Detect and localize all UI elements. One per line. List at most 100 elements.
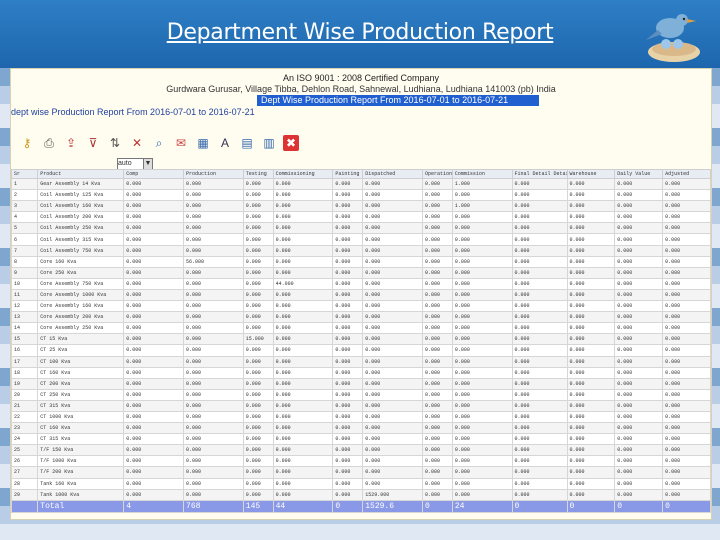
table-row[interactable]: 6 Coil Assembly 315 Kva 0.000 0.000 0.000 0.0… <box>10 233 711 246</box>
table-cell: 0.000 <box>362 322 423 335</box>
table-cell: 0.000 <box>362 244 423 257</box>
table-cell: 0.000 <box>451 255 513 268</box>
column-header[interactable]: Comp <box>123 169 185 179</box>
column-header[interactable]: Product <box>37 169 125 179</box>
table-row[interactable]: 4 Coil Assembly 200 Kva 0.000 0.000 0.000 0.0… <box>10 211 711 224</box>
table-cell: 0.000 <box>421 189 453 202</box>
table-row[interactable]: 26 T/F 1000 Kva 0.000 0.000 0.000 0.000 0.000 0… <box>10 455 711 468</box>
table-cell: 0.000 <box>183 311 244 324</box>
table-cell: 0.000 <box>183 266 244 279</box>
slide-title: Department Wise Production Report <box>166 20 554 45</box>
table-cell: 0.000 <box>566 399 616 412</box>
grid-icon[interactable]: ▤ <box>239 135 255 151</box>
table-row[interactable]: 13 Core Assembly 200 Kva 0.000 0.000 0.000 0.… <box>10 311 711 324</box>
table-cell: 0.000 <box>332 311 364 324</box>
filter-icon[interactable]: ⊽ <box>85 135 101 151</box>
table-cell: 0.000 <box>272 366 334 379</box>
table-cell: 0.000 <box>242 211 274 224</box>
table-cell: 0.000 <box>362 344 423 357</box>
table-row[interactable]: 28 Tank 160 Kva 0.000 0.000 0.000 0.000 0.000 0… <box>10 477 711 490</box>
sort-icon[interactable]: ⇅ <box>107 135 123 151</box>
print-icon[interactable]: ⎙ <box>41 135 57 151</box>
table-cell: 0.000 <box>451 189 513 202</box>
table-row[interactable]: 21 CT 315 Kva 0.000 0.000 0.000 0.000 0.000 0.0… <box>10 399 711 412</box>
table-cell: 0.000 <box>123 377 185 390</box>
table-row[interactable]: 25 T/F 150 Kva 0.000 0.000 0.000 0.000 0.000 0.… <box>10 444 711 457</box>
table-row[interactable]: 12 Core Assembly 160 Kva 0.000 0.000 0.000 0.… <box>10 300 711 313</box>
column-header[interactable]: Final Detail Details <box>511 169 568 179</box>
table-cell: 22 <box>10 410 39 424</box>
clear-filter-icon[interactable]: ✕ <box>129 135 145 151</box>
table-cell: 0.000 <box>123 455 185 468</box>
table-row[interactable]: 18 CT 160 Kva 0.000 0.000 0.000 0.000 0.000 0.0… <box>10 366 711 379</box>
table-row[interactable]: 15 CT 15 Kva 0.000 0.000 15.000 0.000 0.000 0.0… <box>10 333 711 346</box>
column-header[interactable]: Testing <box>242 169 274 179</box>
table-cell: 0.000 <box>332 466 364 479</box>
table-row[interactable]: 16 CT 25 Kva 0.000 0.000 0.000 0.000 0.000 0.00… <box>10 344 711 357</box>
table-cell: 0.000 <box>242 277 274 290</box>
table-cell: 0.000 <box>511 255 568 268</box>
table-cell: 0.000 <box>511 433 568 446</box>
table-cell: 0.000 <box>183 344 244 357</box>
column-header[interactable]: Daily Value <box>614 169 664 179</box>
table-row[interactable]: 7 Coil Assembly 750 Kva 0.000 0.000 0.000 0.0… <box>10 244 711 257</box>
column-header[interactable]: Production <box>183 169 244 179</box>
report-toolbar: ⚷ ⎙ ⇪ ⊽ ⇅ ✕ ⌕ ✉ ▦ A ▤ ▥ ✖ <box>19 135 319 157</box>
table-cell: 0.000 <box>511 422 568 435</box>
table-row[interactable]: 27 T/F 200 Kva 0.000 0.000 0.000 0.000 0.000 0.… <box>10 466 711 479</box>
search-icon[interactable]: ⌕ <box>151 135 167 151</box>
table-row[interactable]: 3 Coil Assembly 160 Kva 0.000 0.000 0.000 0.0… <box>10 200 711 213</box>
table-row[interactable]: 14 Core Assembly 250 Kva 0.000 0.000 0.000 0.… <box>10 322 711 335</box>
column-header[interactable]: Warehouse <box>566 169 616 179</box>
table-cell: 0.000 <box>242 177 274 191</box>
table-cell: 0.000 <box>242 189 274 202</box>
table-row[interactable]: 19 CT 200 Kva 0.000 0.000 0.000 0.000 0.000 0.0… <box>10 377 711 390</box>
table-row[interactable]: 9 Core 250 Kva 0.000 0.000 0.000 0.000 0.000 0.… <box>10 266 711 279</box>
table-row[interactable]: 29 Tank 1000 Kva 0.000 0.000 0.000 0.000 0.000… <box>10 488 711 501</box>
total-cell <box>10 499 39 513</box>
table-cell: 20 <box>10 388 39 401</box>
table-icon[interactable]: ▦ <box>195 135 211 151</box>
table-row[interactable]: 11 Core Assembly 1000 Kva 0.000 0.000 0.000 0… <box>10 288 711 302</box>
table-row[interactable]: 8 Core 160 Kva 0.000 56.000 0.000 0.000 0.000 0… <box>10 255 711 268</box>
table-cell: 0.000 <box>662 344 711 357</box>
table-cell: 23 <box>10 422 39 435</box>
table-cell: CT 1000 Kva <box>37 410 125 424</box>
table-cell: 0.000 <box>451 233 513 246</box>
table-cell: 0.000 <box>511 444 568 457</box>
table-cell: 0.000 <box>566 410 616 424</box>
column-header[interactable]: Painting <box>332 169 364 179</box>
column-header[interactable]: Commission <box>451 169 513 179</box>
table-row[interactable]: 10 Core Assembly 750 Kva 0.000 0.000 0.000 44… <box>10 277 711 290</box>
table-row[interactable]: 5 Coil Assembly 250 Kva 0.000 0.000 0.000 0.0… <box>10 222 711 235</box>
close-icon[interactable]: ✖ <box>283 135 299 151</box>
table-cell: 0.000 <box>272 189 334 202</box>
column-header[interactable]: Sr <box>10 169 39 179</box>
table-row[interactable]: 24 CT 315 Kva 0.000 0.000 0.000 0.000 0.000 0.0… <box>10 433 711 446</box>
table-cell: 0.000 <box>511 455 568 468</box>
column-header[interactable]: Operation <box>421 169 453 179</box>
mail-icon[interactable]: ✉ <box>173 135 189 151</box>
table-row[interactable]: 23 CT 160 Kva 0.000 0.000 0.000 0.000 0.000 0.0… <box>10 422 711 435</box>
table-cell: 0.000 <box>511 189 568 202</box>
table-cell: 0.000 <box>332 410 364 424</box>
table-row[interactable]: 2 Coil Assembly 125 Kva 0.000 0.000 0.000 0.0… <box>10 189 711 202</box>
table-cell: 0.000 <box>123 189 185 202</box>
table-row[interactable]: 20 CT 250 Kva 0.000 0.000 0.000 0.000 0.000 0.0… <box>10 388 711 401</box>
key-icon[interactable]: ⚷ <box>19 135 35 151</box>
column-header[interactable]: Adjusted <box>662 169 711 179</box>
table-row[interactable]: 1 Gear Assembly 14 Kva 0.000 0.000 0.000 0.00… <box>10 177 711 191</box>
table-cell: 0.000 <box>421 266 453 279</box>
export-icon[interactable]: ⇪ <box>63 135 79 151</box>
table-cell: Coil Assembly 750 Kva <box>37 244 125 257</box>
column-header[interactable]: Dispatched <box>362 169 423 179</box>
table-cell: 0.000 <box>332 266 364 279</box>
table-row[interactable]: 22 CT 1000 Kva 0.000 0.000 0.000 0.000 0.000 0.… <box>10 410 711 424</box>
text-icon[interactable]: A <box>217 135 233 151</box>
total-cell: 24 <box>451 499 513 513</box>
table-row[interactable]: 17 CT 100 Kva 0.000 0.000 0.000 0.000 0.000 0.0… <box>10 355 711 368</box>
table-cell: 0.000 <box>614 311 664 324</box>
layout-icon[interactable]: ▥ <box>261 135 277 151</box>
column-header[interactable]: Commissioning <box>272 169 334 179</box>
table-cell: 0.000 <box>662 277 711 290</box>
